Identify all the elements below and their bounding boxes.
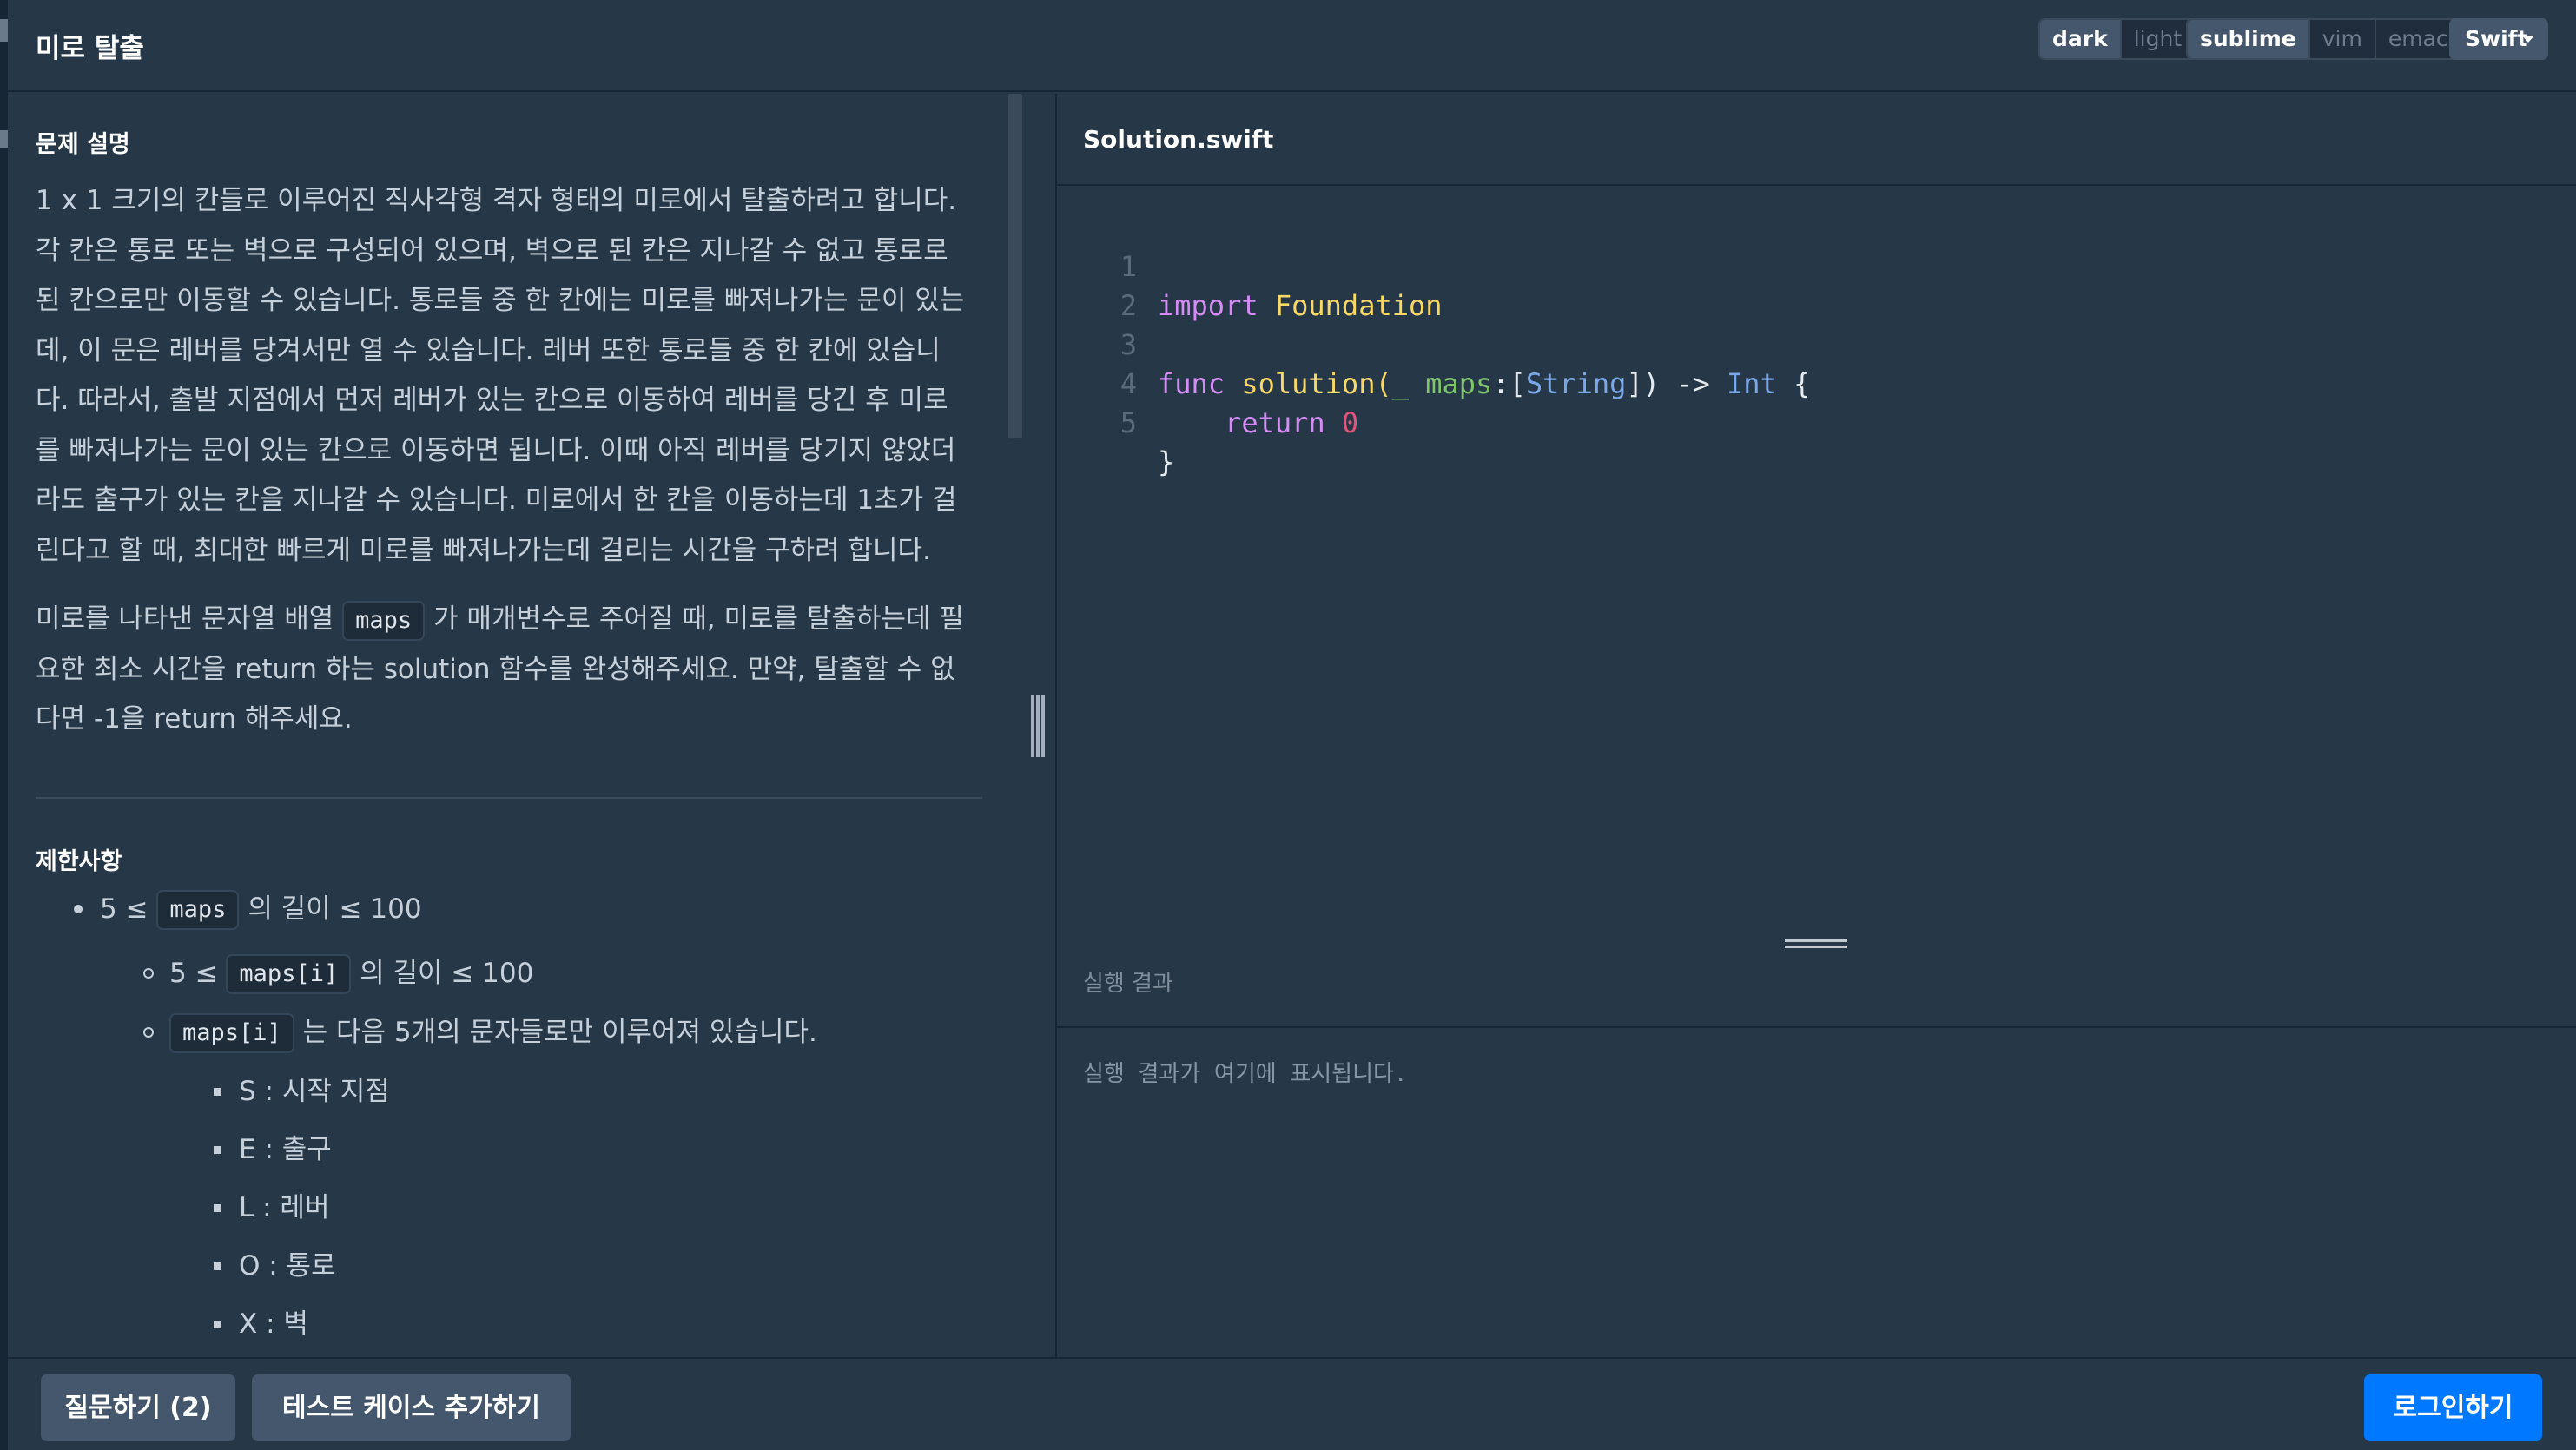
chevron-down-icon [2522,36,2534,43]
bullet [143,1026,154,1038]
inline-code: maps[i] [226,954,352,994]
list-item: E : 출구 [36,1130,982,1169]
code-text: return 0 [1225,406,1359,439]
list-text: 는 다음 5개의 문자들로만 이루어져 있습니다. [302,1016,817,1048]
code-text: func solution(_ maps:[String]) -> Int { [1158,367,1811,400]
task-line: 요한 최소 시간을 return 하는 solution 함수를 완성해주세요.… [36,653,955,685]
list-text: E : 출구 [239,1133,332,1165]
description-line: 린다고 할 때, 최대한 빠르게 미로를 빠져나가는데 걸리는 시간을 구하려 … [36,534,931,566]
window-edge [0,0,8,1450]
list-text: O : 통로 [239,1249,336,1282]
code-line: 2 [1057,247,1158,322]
bullet [74,904,83,913]
constraints-list: 5 ≤ maps 의 길이 ≤ 100 5 ≤ maps[i] 의 길이 ≤ 1… [36,890,982,1343]
window-edge-mark [0,19,8,42]
code-line: 4 return 0 [1057,326,1358,439]
inline-code: maps [342,600,426,641]
description-line: 각 칸은 통로 또는 벽으로 구성되어 있으며, 벽으로 된 칸은 지나갈 수 … [36,234,948,267]
keymap-sublime-button[interactable]: sublime [2188,20,2310,58]
problem-panel[interactable]: 문제 설명 1 x 1 크기의 칸들로 이루어진 직사각형 격자 형태의 미로에… [8,94,1055,1357]
file-tab: Solution.swift [1057,94,2576,186]
list-item: 5 ≤ maps 의 길이 ≤ 100 [36,890,982,930]
description-line: 데, 이 문은 레버를 당겨서만 열 수 있습니다. 레버 또한 통로들 중 한… [36,334,941,366]
result-output: 실행 결과가 여기에 표시됩니다. [1083,1061,1408,1087]
bullet [214,1203,221,1212]
bullet [143,967,154,979]
theme-dark-button[interactable]: dark [2040,20,2122,58]
description-line: 라도 출구가 있는 칸을 지나갈 수 있습니다. 미로에서 한 칸을 이동하는데… [36,484,957,516]
window-edge-mark [0,130,8,148]
question-button[interactable]: 질문하기 (2) [41,1374,235,1441]
list-item: X : 벽 [36,1305,982,1343]
description-paragraph: 1 x 1 크기의 칸들로 이루어진 직사각형 격자 형태의 미로에서 탈출하려… [36,176,982,576]
list-text: X : 벽 [239,1308,308,1340]
page-title: 미로 탈출 [36,33,144,64]
bullet [214,1262,221,1270]
inline-code: maps[i] [169,1013,294,1053]
language-selected: Swift [2465,26,2528,51]
list-text: L : 레버 [239,1191,330,1223]
editor-panel: Solution.swift 1 import Foundation 2 3 f… [1055,94,2576,1357]
bottom-bar: 질문하기 (2) 테스트 케이스 추가하기 로그인하기 [8,1357,2576,1450]
inline-code: maps [156,890,240,930]
list-item: S : 시작 지점 [36,1072,982,1111]
line-number: 5 [1120,406,1137,439]
code-text: import Foundation [1158,289,1443,322]
result-label: 실행 결과 [1083,971,1173,997]
add-testcase-button[interactable]: 테스트 케이스 추가하기 [252,1374,571,1441]
list-item: L : 레버 [36,1189,982,1227]
section-divider [36,796,982,799]
description-line: 된 칸으로만 이동할 수 있습니다. 통로들 중 한 칸에는 미로를 빠져나가는… [36,285,965,316]
task-text: 가 매개변수로 주어질 때, 미로를 탈출하는데 필 [433,603,964,635]
list-item: O : 통로 [36,1247,982,1285]
constraints-heading: 제한사항 [36,847,122,875]
top-bar: 미로 탈출 dark light sublime vim emacs Swift [8,0,2576,92]
code-line: 1 import Foundation [1057,208,1443,322]
result-resize-handle[interactable] [1785,939,1847,952]
problem-description: 문제 설명 1 x 1 크기의 칸들로 이루어진 직사각형 격자 형태의 미로에… [36,94,982,1343]
task-paragraph: 미로를 나타낸 문자열 배열 maps 가 매개변수로 주어질 때, 미로를 탈… [36,595,982,745]
task-line: 미로를 나타낸 문자열 배열 maps 가 매개변수로 주어질 때, 미로를 탈… [36,595,982,645]
keymap-toggle: sublime vim emacs [2186,18,2474,60]
panel-resize-handle[interactable] [1029,695,1047,757]
description-line: 1 x 1 크기의 칸들로 이루어진 직사각형 격자 형태의 미로에서 탈출하려… [36,185,957,216]
language-dropdown[interactable]: Swift [2449,18,2548,60]
theme-toggle: dark light [2038,18,2196,60]
list-text: 의 길이 ≤ 100 [360,957,534,989]
list-text: 의 길이 ≤ 100 [248,893,422,925]
code-text: } [1158,445,1175,478]
task-text: 미로를 나타낸 문자열 배열 [36,603,334,635]
bullet [214,1087,221,1096]
problem-scrollbar[interactable] [1008,94,1022,438]
description-line: 를 빠져나가는 문이 있는 칸으로 이동하면 됩니다. 이때 아직 레버를 당기… [36,434,956,466]
keymap-vim-button[interactable]: vim [2310,20,2376,58]
bullet [214,1320,221,1328]
code-line: 5 } [1057,365,1175,478]
description-heading: 문제 설명 [36,131,130,158]
code-editor[interactable]: 1 import Foundation 2 3 func solution(_ … [1057,188,2576,934]
list-text: 5 ≤ [100,893,149,925]
description-line: 다. 따라서, 출발 지점에서 먼저 레버가 있는 칸으로 이동하여 레버를 당… [36,385,948,416]
task-line: 다면 -1을 return 해주세요. [36,703,353,735]
theme-light-button[interactable]: light [2122,20,2194,58]
file-name: Solution.swift [1083,125,1274,154]
code-line: 3 func solution(_ maps:[String]) -> Int … [1057,287,1811,400]
bullet [214,1145,221,1154]
list-text: 5 ≤ [169,957,218,989]
list-text: S : 시작 지점 [239,1075,390,1107]
list-item: 5 ≤ maps[i] 의 길이 ≤ 100 [36,954,982,994]
list-item: maps[i] 는 다음 5개의 문자들로만 이루어져 있습니다. [36,1013,982,1053]
login-button[interactable]: 로그인하기 [2364,1374,2542,1441]
